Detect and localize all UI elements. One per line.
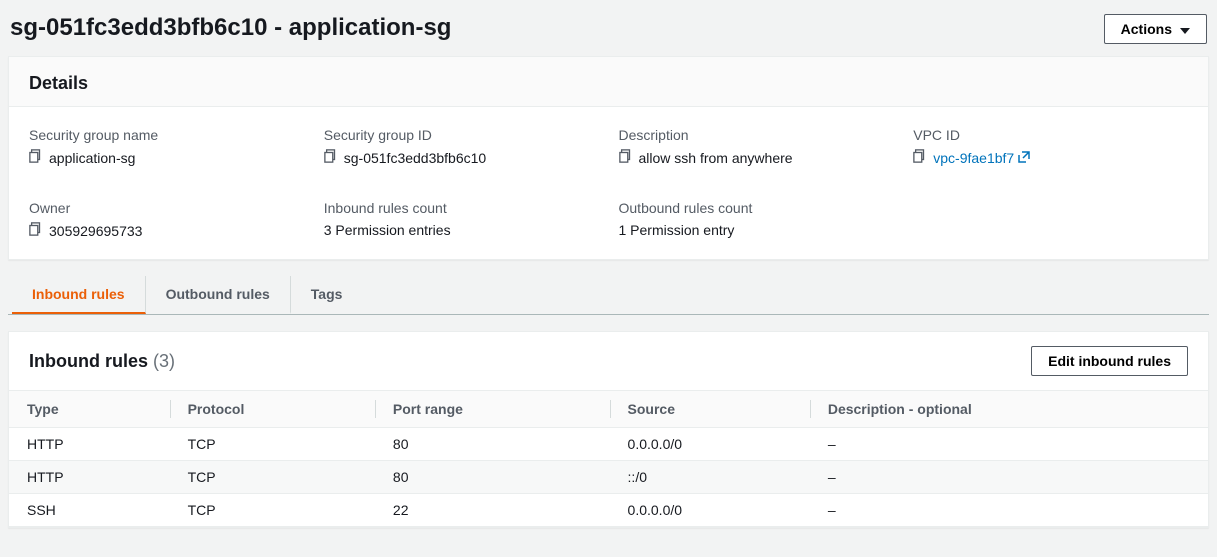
detail-sg-name: Security group name application-sg	[29, 127, 304, 166]
cell-source: ::/0	[610, 461, 810, 494]
detail-sg-id: Security group ID sg-051fc3edd3bfb6c10	[324, 127, 599, 166]
col-description[interactable]: Description - optional	[810, 391, 1208, 428]
detail-label: VPC ID	[913, 127, 1188, 143]
copy-icon[interactable]	[619, 149, 633, 166]
detail-label: Security group name	[29, 127, 304, 143]
table-row[interactable]: HTTPTCP80::/0–	[9, 461, 1208, 494]
detail-outbound-count: Outbound rules count 1 Permission entry	[619, 200, 894, 239]
cell-port: 80	[375, 461, 610, 494]
copy-icon[interactable]	[913, 149, 927, 166]
cell-type: HTTP	[9, 461, 170, 494]
tab-tags[interactable]: Tags	[291, 276, 363, 314]
cell-type: SSH	[9, 494, 170, 527]
copy-icon[interactable]	[324, 149, 338, 166]
cell-desc: –	[810, 494, 1208, 527]
col-source[interactable]: Source	[610, 391, 810, 428]
rules-panel-title: Inbound rules (3)	[29, 351, 175, 372]
detail-label: Owner	[29, 200, 304, 216]
external-link-icon	[1018, 150, 1030, 166]
cell-source: 0.0.0.0/0	[610, 428, 810, 461]
detail-value: sg-051fc3edd3bfb6c10	[344, 150, 486, 166]
table-row[interactable]: HTTPTCP800.0.0.0/0–	[9, 428, 1208, 461]
cell-type: HTTP	[9, 428, 170, 461]
caret-down-icon	[1180, 21, 1190, 37]
copy-icon[interactable]	[29, 149, 43, 166]
cell-protocol: TCP	[170, 494, 375, 527]
actions-label: Actions	[1121, 21, 1172, 37]
cell-source: 0.0.0.0/0	[610, 494, 810, 527]
detail-owner: Owner 305929695733	[29, 200, 304, 239]
inbound-rules-table: Type Protocol Port range Source Descript…	[9, 390, 1208, 527]
detail-label: Inbound rules count	[324, 200, 599, 216]
inbound-rules-panel: Inbound rules (3) Edit inbound rules Typ…	[8, 331, 1209, 528]
rules-count: (3)	[153, 351, 175, 371]
detail-value: allow ssh from anywhere	[639, 150, 793, 166]
detail-label: Description	[619, 127, 894, 143]
detail-vpc-id: VPC ID vpc-9fae1bf7	[913, 127, 1188, 166]
cell-desc: –	[810, 428, 1208, 461]
page-title: sg-051fc3edd3bfb6c10 - application-sg	[10, 14, 451, 42]
col-port-range[interactable]: Port range	[375, 391, 610, 428]
detail-value: 3 Permission entries	[324, 222, 451, 238]
cell-protocol: TCP	[170, 428, 375, 461]
details-panel-title: Details	[9, 57, 1208, 107]
detail-value: vpc-9fae1bf7	[933, 150, 1014, 166]
detail-value: 1 Permission entry	[619, 222, 735, 238]
table-row[interactable]: SSHTCP220.0.0.0/0–	[9, 494, 1208, 527]
copy-icon[interactable]	[29, 222, 43, 239]
cell-port: 80	[375, 428, 610, 461]
col-type[interactable]: Type	[9, 391, 170, 428]
detail-value: application-sg	[49, 150, 135, 166]
actions-button[interactable]: Actions	[1104, 14, 1207, 44]
rules-title-text: Inbound rules	[29, 351, 148, 371]
detail-label: Security group ID	[324, 127, 599, 143]
detail-value: 305929695733	[49, 223, 142, 239]
cell-desc: –	[810, 461, 1208, 494]
tab-outbound-rules[interactable]: Outbound rules	[146, 276, 291, 314]
cell-port: 22	[375, 494, 610, 527]
cell-protocol: TCP	[170, 461, 375, 494]
tab-inbound-rules[interactable]: Inbound rules	[12, 276, 146, 314]
detail-label: Outbound rules count	[619, 200, 894, 216]
edit-inbound-rules-button[interactable]: Edit inbound rules	[1031, 346, 1188, 376]
vpc-link[interactable]: vpc-9fae1bf7	[933, 150, 1030, 166]
detail-description: Description allow ssh from anywhere	[619, 127, 894, 166]
col-protocol[interactable]: Protocol	[170, 391, 375, 428]
details-panel: Details Security group name application-…	[8, 56, 1209, 260]
detail-inbound-count: Inbound rules count 3 Permission entries	[324, 200, 599, 239]
tabs: Inbound rules Outbound rules Tags	[8, 276, 1209, 315]
